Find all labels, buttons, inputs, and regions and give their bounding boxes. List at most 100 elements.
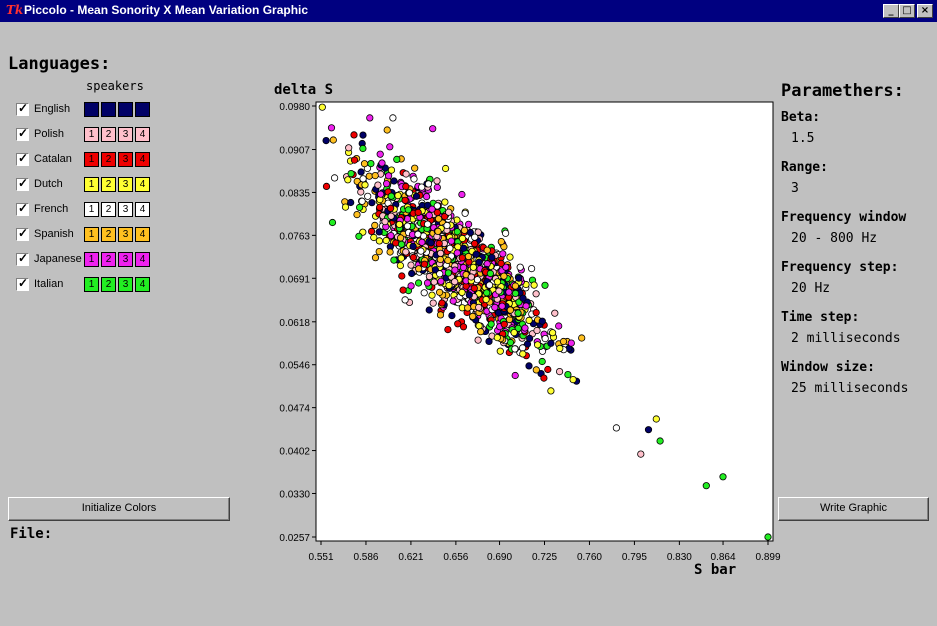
data-point (465, 291, 473, 299)
data-point (396, 234, 405, 242)
data-point (436, 249, 445, 257)
data-point (318, 103, 326, 111)
data-point (329, 136, 337, 144)
data-point (361, 181, 369, 189)
data-point (719, 473, 727, 481)
data-point (473, 276, 481, 284)
y-tick-label: 0.0835 (279, 188, 310, 199)
data-point (376, 150, 384, 158)
data-point (522, 302, 530, 310)
data-point (538, 317, 546, 325)
data-point (434, 215, 443, 223)
data-point (417, 247, 425, 255)
data-point (345, 144, 353, 152)
data-point (436, 255, 444, 264)
data-point (378, 159, 386, 167)
data-point (644, 426, 653, 434)
data-point (376, 203, 384, 211)
data-point (415, 265, 423, 273)
data-point (382, 180, 391, 188)
data-point (449, 297, 457, 305)
data-point (403, 222, 412, 230)
data-point (459, 263, 468, 272)
x-tick-label: 0.760 (577, 552, 602, 563)
data-point (350, 156, 359, 164)
data-point (525, 316, 533, 324)
data-point (423, 279, 432, 287)
data-point (555, 367, 564, 376)
data-point (423, 220, 432, 228)
data-point (656, 437, 664, 445)
data-point (441, 198, 449, 206)
x-tick-label: 0.795 (622, 552, 647, 563)
data-point (506, 253, 514, 261)
data-point (764, 533, 772, 541)
data-point (386, 204, 395, 212)
data-point (458, 234, 467, 243)
data-point (451, 278, 459, 286)
data-point (532, 308, 540, 317)
data-point (435, 239, 443, 248)
data-point (425, 211, 433, 219)
data-point (425, 306, 433, 314)
data-point (541, 334, 549, 343)
data-point (402, 248, 410, 256)
data-point (377, 190, 385, 198)
data-point (409, 242, 417, 250)
data-point (544, 365, 552, 374)
data-point (497, 259, 505, 267)
data-point (533, 326, 541, 335)
data-point (612, 424, 621, 432)
data-point (445, 208, 453, 216)
data-point (505, 288, 513, 296)
data-point (460, 226, 469, 234)
data-point (405, 189, 413, 197)
data-point (382, 236, 390, 245)
data-point (407, 282, 415, 290)
data-point (328, 218, 337, 227)
y-tick-label: 0.0691 (279, 274, 310, 285)
data-point (433, 177, 441, 185)
data-point (367, 227, 376, 235)
data-point (411, 164, 419, 172)
x-tick-label: 0.621 (398, 552, 423, 563)
data-point (444, 256, 452, 264)
data-point (510, 328, 518, 337)
data-point (429, 125, 437, 133)
scatter-chart: 0.0980 0.0907 0.0835 0.0763 0.0691 0.0618 0.05… (279, 101, 781, 563)
data-point (359, 131, 367, 139)
data-point (383, 126, 391, 134)
data-point (460, 244, 468, 252)
y-tick-label: 0.0330 (279, 489, 310, 500)
data-point (430, 278, 438, 286)
data-point (547, 339, 555, 347)
data-point (475, 322, 483, 330)
data-point (402, 170, 410, 178)
data-point (358, 197, 366, 205)
data-point (327, 124, 336, 132)
data-point (386, 143, 394, 151)
data-point (519, 350, 527, 358)
data-point (548, 329, 557, 337)
data-point (418, 238, 426, 246)
y-tick-label: 0.0257 (279, 533, 310, 544)
data-point (387, 212, 395, 220)
data-point (341, 203, 350, 211)
data-point (444, 269, 452, 277)
data-point (475, 258, 483, 266)
data-point (474, 336, 482, 344)
data-point (470, 284, 478, 292)
data-point (420, 289, 428, 297)
data-point (393, 155, 401, 163)
data-point (438, 299, 446, 307)
data-point (347, 170, 355, 178)
data-point (344, 176, 352, 184)
data-point (493, 278, 502, 286)
x-tick-label: 0.899 (755, 552, 780, 563)
data-point (322, 137, 330, 145)
data-point (446, 244, 454, 252)
data-point (422, 193, 431, 201)
data-point (368, 199, 376, 207)
data-point (702, 482, 710, 490)
data-point (470, 240, 479, 248)
